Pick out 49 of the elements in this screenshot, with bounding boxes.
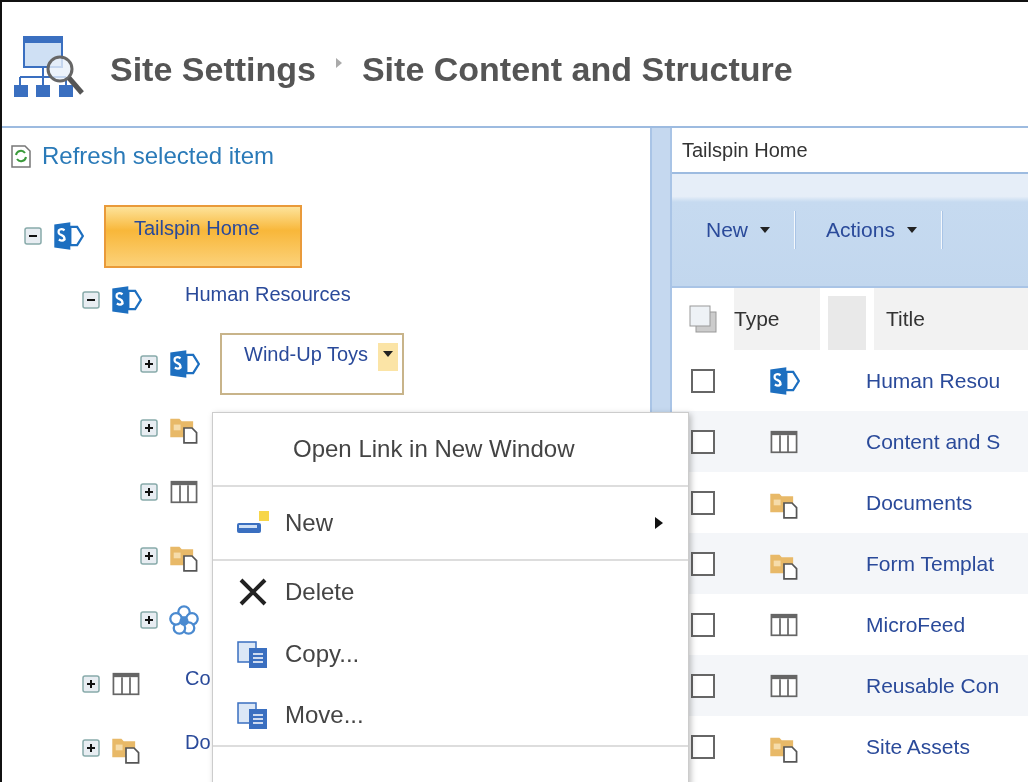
item-title-link[interactable]: Form Templat (834, 551, 994, 576)
row-checkbox[interactable] (691, 490, 715, 515)
item-title-link[interactable]: Documents (834, 490, 973, 515)
tree-flower-icon (168, 604, 200, 636)
row-checkbox[interactable] (691, 734, 715, 759)
toolbar-menu-button[interactable]: Actions (816, 218, 941, 242)
row-checkbox[interactable] (691, 429, 715, 454)
breadcrumb-title: Site Content and Structure (361, 49, 793, 89)
caret-icon (760, 227, 770, 233)
expand-icon[interactable] (140, 419, 158, 437)
breadcrumb-title[interactable]: Site Settings (110, 49, 316, 89)
expand-icon[interactable] (82, 739, 100, 757)
item-title-link[interactable]: MicroFeed (834, 612, 966, 637)
breadcrumb-arrow-icon (333, 56, 344, 70)
dropdown-caret-icon[interactable] (378, 343, 399, 371)
expand-icon[interactable] (140, 355, 158, 373)
tree-item[interactable]: Tailspin Home (104, 204, 302, 268)
item-title-link[interactable]: Site Assets (834, 734, 970, 759)
refresh-icon[interactable] (10, 144, 32, 168)
expand-icon[interactable] (140, 547, 158, 565)
expand-icon[interactable] (140, 611, 158, 629)
refresh-link[interactable]: Refresh selected item (42, 142, 275, 170)
expand-icon[interactable] (82, 675, 100, 693)
collapse-icon[interactable] (82, 291, 100, 309)
expand-icon[interactable] (140, 483, 158, 501)
toolbar-menu-button[interactable]: New (696, 218, 794, 242)
item-title-link[interactable]: Human Resou (834, 368, 1001, 393)
menu-item[interactable]: New (213, 487, 688, 561)
row-checkbox[interactable] (691, 368, 715, 393)
submenu-arrow-icon (654, 516, 664, 530)
tree-site-icon (110, 284, 142, 316)
row-checkbox[interactable] (691, 551, 715, 576)
row-checkbox[interactable] (691, 612, 715, 637)
collapse-icon[interactable] (24, 227, 42, 245)
menu-item[interactable]: Move... (213, 685, 688, 747)
tree-site-icon (168, 348, 200, 380)
column-header[interactable]: Title (874, 288, 1028, 350)
row-checkbox[interactable] (691, 673, 715, 698)
caret-icon (906, 227, 917, 233)
menu-item[interactable]: Delete (213, 561, 688, 623)
column-header[interactable]: Type (734, 288, 820, 350)
tree-site-icon (52, 220, 84, 252)
menu-item[interactable]: Copy... (213, 623, 688, 685)
item-title-link[interactable]: Content and S (834, 429, 1001, 454)
row-site-icon (768, 364, 800, 397)
menu-item[interactable]: Open Link in New Window (213, 413, 688, 487)
item-title-link[interactable]: Reusable Con (834, 673, 1000, 698)
tree-item[interactable]: Human Resources (162, 273, 364, 327)
tree-item[interactable]: Wind-Up Toys (220, 333, 405, 395)
